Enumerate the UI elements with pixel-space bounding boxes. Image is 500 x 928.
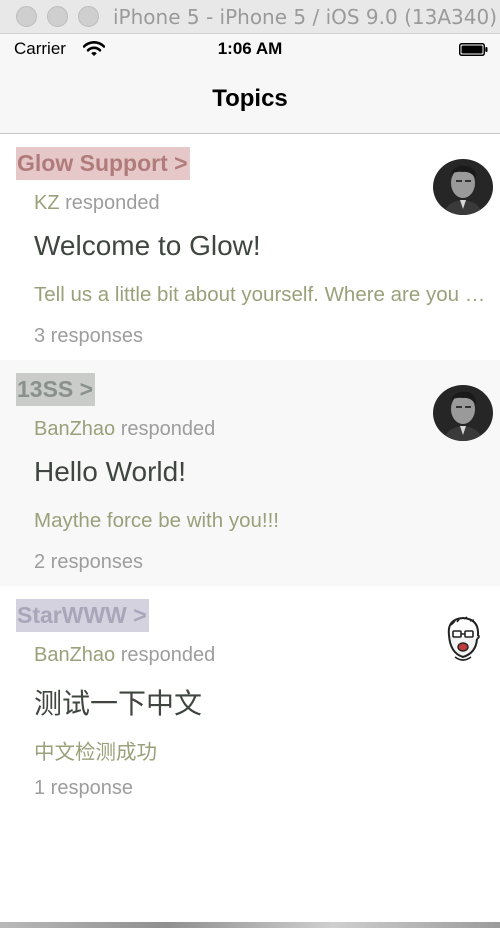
topic-cell[interactable]: Glow Support > KZ responded Welcome to G… <box>0 134 500 360</box>
responded-label: responded <box>120 418 216 440</box>
response-count: 2 responses <box>34 551 143 573</box>
zoom-window-button[interactable] <box>78 6 99 27</box>
topic-title: 测试一下中文 <box>34 688 203 719</box>
topic-cell[interactable]: 13SS > BanZhao responded Hello World! Ma… <box>0 360 500 586</box>
topic-title: Hello World! <box>34 456 186 487</box>
author-name: KZ <box>34 192 60 214</box>
user-photo-icon[interactable] <box>433 159 493 215</box>
response-meta: BanZhao responded <box>34 418 215 441</box>
topic-cell[interactable]: StarWWW > BanZhao responded 测试一下中文 中文检测成… <box>0 586 500 812</box>
topic-excerpt: 中文检测成功 <box>34 741 157 764</box>
topic-excerpt: Tell us a little bit about yourself. Whe… <box>34 283 490 306</box>
navigation-bar: Topics <box>0 66 500 134</box>
battery-icon <box>459 43 488 56</box>
cartoon-face-icon[interactable] <box>433 611 493 667</box>
topic-title: Welcome to Glow! <box>34 230 261 261</box>
group-tag-link[interactable]: 13SS > <box>16 373 96 406</box>
user-photo-icon[interactable] <box>433 385 493 441</box>
author-name: BanZhao <box>34 418 116 440</box>
page-title: Topics <box>212 85 288 112</box>
status-bar: Carrier 1:06 AM <box>0 34 500 66</box>
response-meta: KZ responded <box>34 192 160 215</box>
responded-label: responded <box>120 644 216 666</box>
group-tag-link[interactable]: Glow Support > <box>16 147 190 180</box>
status-time: 1:06 AM <box>217 39 283 58</box>
topic-excerpt: Maythe force be with you!!! <box>34 509 279 532</box>
response-count: 1 response <box>34 777 133 799</box>
group-tag-link[interactable]: StarWWW > <box>16 599 149 632</box>
minimize-window-button[interactable] <box>47 6 68 27</box>
window-bottom-edge <box>0 922 500 928</box>
topic-list[interactable]: Glow Support > KZ responded Welcome to G… <box>0 134 500 812</box>
author-name: BanZhao <box>34 644 116 666</box>
window-title: iPhone 5 - iPhone 5 / iOS 9.0 (13A340) <box>113 5 497 29</box>
response-count: 3 responses <box>34 325 143 347</box>
response-meta: BanZhao responded <box>34 644 215 667</box>
simulator-title-bar: iPhone 5 - iPhone 5 / iOS 9.0 (13A340) <box>0 0 500 34</box>
responded-label: responded <box>65 192 160 214</box>
close-window-button[interactable] <box>16 6 37 27</box>
